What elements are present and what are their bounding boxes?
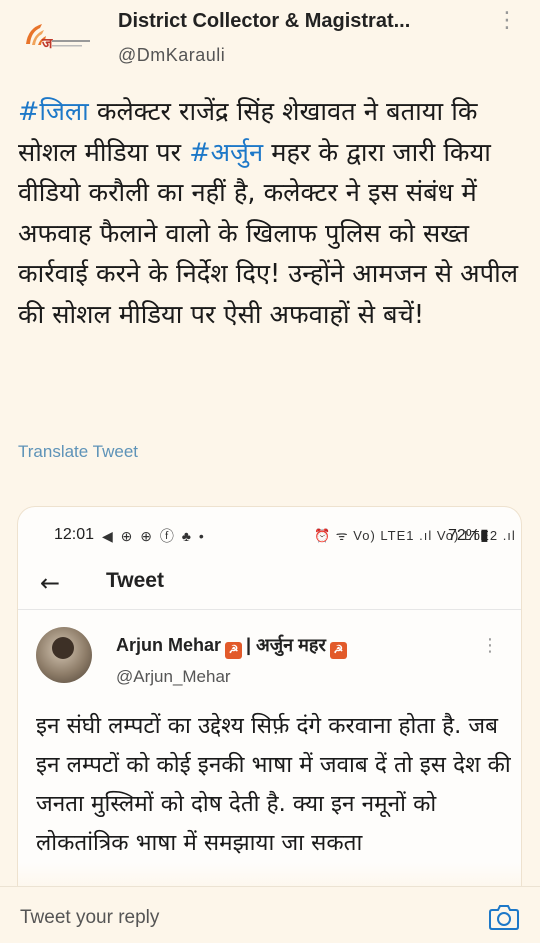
inner-avatar <box>36 627 92 683</box>
hashtag-link[interactable]: #जिला <box>18 97 89 127</box>
inner-author-name-hindi: | अर्जुन महर <box>246 635 326 655</box>
inner-more-icon: ⋮ <box>481 635 499 656</box>
battery-indicator: 72%▮ <box>448 525 489 545</box>
author-handle[interactable]: @DmKarauli <box>118 45 225 66</box>
tweet-header: ज District Collector & Magistrat... @DmK… <box>0 0 540 80</box>
phone-status-bar: 12:01 ◀ ⊕ ⊕ ⓕ ♣ • ⏰ ᯤ Vo) LTE1 .ıl Vo) L… <box>18 507 521 559</box>
reply-input[interactable]: Tweet your reply <box>20 907 159 929</box>
embedded-screenshot[interactable]: 12:01 ◀ ⊕ ⊕ ⓕ ♣ • ⏰ ᯤ Vo) LTE1 .ıl Vo) L… <box>17 506 522 906</box>
reply-bar: Tweet your reply <box>0 886 540 943</box>
inner-author-name: Arjun Mehar ☭ | अर्जुन महर ☭ <box>116 633 351 659</box>
public-relations-logo-avatar[interactable]: ज <box>18 14 98 72</box>
divider <box>18 609 521 610</box>
inner-tweet-text: इन संघी लम्पटों का उद्देश्य सिर्फ़ दंगे … <box>36 713 511 856</box>
author-name[interactable]: District Collector & Magistrat... <box>118 10 410 33</box>
nav-title: Tweet <box>106 569 164 592</box>
battery-percent: 72% <box>448 527 481 544</box>
back-arrow-icon: ← <box>40 569 61 597</box>
notification-icons: ◀ ⊕ ⊕ ⓕ ♣ • <box>102 528 206 544</box>
tweet-body: #जिला कलेक्टर राजेंद्र सिंह शेखावत ने बत… <box>18 92 523 335</box>
battery-icon: ▮ <box>480 527 489 544</box>
flag-icon: ☭ <box>329 642 347 659</box>
inner-author-handle: @Arjun_Mehar <box>116 667 231 686</box>
inner-author-name-text: Arjun Mehar <box>116 635 222 655</box>
hashtag-link[interactable]: #अर्जुन <box>189 138 263 168</box>
more-options-icon[interactable]: ⋮ <box>496 10 518 32</box>
flag-icon: ☭ <box>225 642 243 659</box>
tweet-nav-bar: ← Tweet <box>18 561 521 605</box>
camera-icon[interactable] <box>488 903 520 931</box>
translate-tweet-link[interactable]: Translate Tweet <box>18 442 138 462</box>
status-time: 12:01 <box>54 526 95 543</box>
svg-text:ज: ज <box>41 36 53 52</box>
